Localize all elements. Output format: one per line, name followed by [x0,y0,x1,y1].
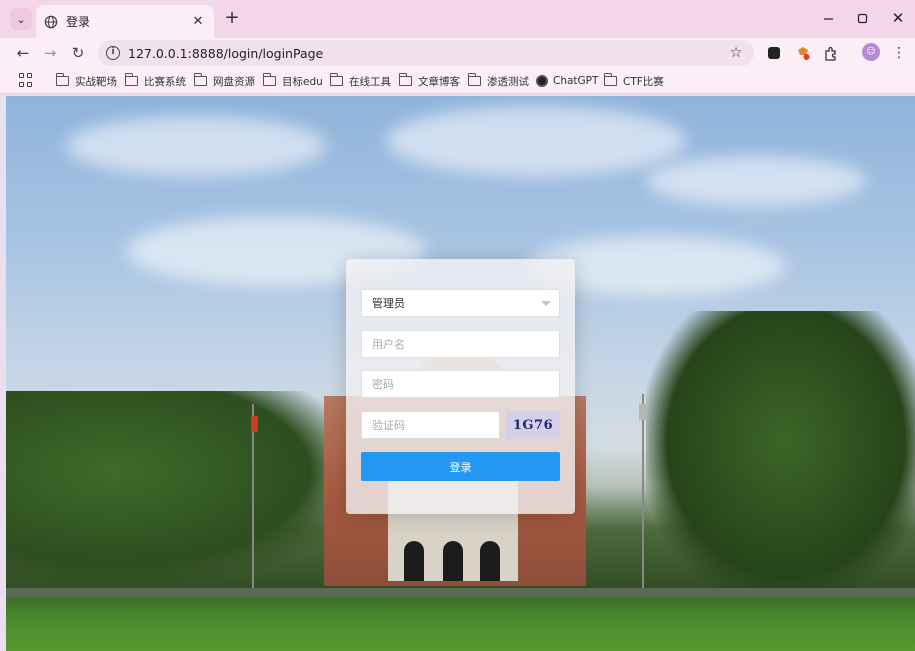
login-panel: 管理员 用户名 密码 验证码 1G76 登录 [346,259,575,514]
address-bar[interactable]: i 127.0.0.1:8888/login/loginPage ☆ [98,40,754,66]
captcha-input[interactable]: 验证码 [361,411,500,439]
role-select-value: 管理员 [372,297,405,310]
captcha-placeholder: 验证码 [372,419,405,432]
folder-icon [262,73,276,86]
browser-chrome: ⌄ 登录 ✕ + ✕ ← → ↻ i 127.0.0.1:8888/login/… [0,0,915,96]
maximize-icon[interactable] [852,8,872,28]
bookmark-item[interactable]: 文章博客 [398,72,460,90]
profile-avatar-icon[interactable]: ☺ [862,43,880,61]
dropdown-caret-icon[interactable] [541,301,551,306]
folder-icon [329,73,343,86]
browser-toolbar: ← → ↻ i 127.0.0.1:8888/login/loginPage ☆… [0,38,915,68]
site-info-icon[interactable]: i [106,46,120,60]
bookmark-item[interactable]: 在线工具 [329,72,391,90]
globe-icon [44,15,58,28]
url-text[interactable]: 127.0.0.1:8888/login/loginPage [128,46,726,61]
tab-login[interactable]: 登录 ✕ [36,5,214,38]
captcha-code: 1G76 [512,417,554,433]
folder-icon [467,73,481,86]
extension-square-icon[interactable] [765,44,783,62]
minimize-icon[interactable] [818,8,838,28]
bookmark-item[interactable]: 渗透测试 [467,72,529,90]
login-button[interactable]: 登录 [361,452,560,481]
page-viewport: 管理员 用户名 密码 验证码 1G76 登录 [6,96,915,651]
folder-icon [193,73,207,86]
chatgpt-icon [536,75,548,87]
extension-fox-icon[interactable] [794,44,812,62]
folder-icon [55,73,69,86]
tab-search-chevron-icon[interactable]: ⌄ [10,8,32,30]
apps-grid-icon[interactable] [19,73,33,87]
back-arrow-icon[interactable]: ← [13,43,33,63]
bookmark-item[interactable]: 实战靶场 [55,72,117,90]
tab-title: 登录 [66,15,91,29]
bookmark-item[interactable]: 网盘资源 [193,72,255,90]
folder-icon [124,73,138,86]
role-select[interactable]: 管理员 [361,289,560,317]
bookmark-item[interactable]: 比赛系统 [124,72,186,90]
bookmark-item[interactable]: ChatGPT [536,72,598,90]
window-close-icon[interactable]: ✕ [888,8,908,28]
new-tab-button[interactable]: + [222,8,242,28]
folder-icon [603,73,617,86]
username-placeholder: 用户名 [372,338,405,351]
password-input[interactable]: 密码 [361,370,560,398]
bookmark-item[interactable]: 目标edu [262,72,323,90]
password-placeholder: 密码 [372,378,394,391]
forward-arrow-icon[interactable]: → [40,43,60,63]
bookmark-star-icon[interactable]: ☆ [726,45,746,61]
reload-icon[interactable]: ↻ [68,43,88,63]
login-button-label: 登录 [449,460,472,474]
extensions-puzzle-icon[interactable] [822,44,840,62]
tab-bar: ⌄ 登录 ✕ + ✕ [0,0,915,38]
tab-close-icon[interactable]: ✕ [190,14,206,29]
bookmarks-bar: 实战靶场 比赛系统 网盘资源 目标edu 在线工具 文章博客 渗透测试 Chat… [0,68,915,94]
folder-icon [398,73,412,86]
bookmark-item[interactable]: CTF比赛 [603,72,664,90]
captcha-image[interactable]: 1G76 [506,411,560,439]
username-input[interactable]: 用户名 [361,330,560,358]
menu-kebab-icon[interactable]: ⋮ [892,43,906,63]
